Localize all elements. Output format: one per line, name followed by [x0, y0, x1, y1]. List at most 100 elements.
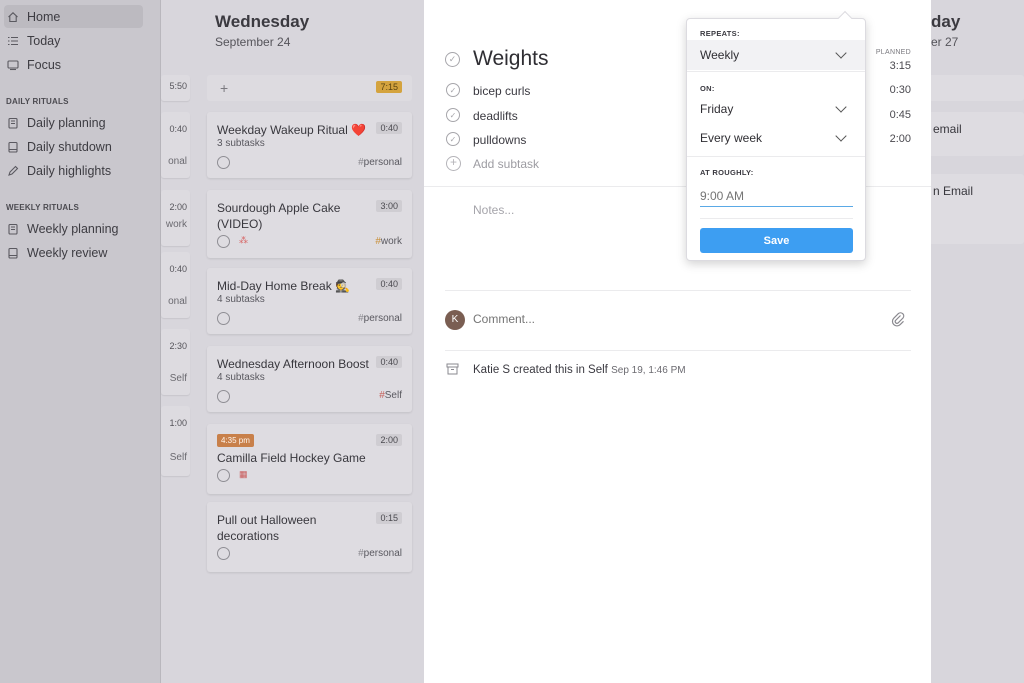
day-select[interactable]: Friday — [687, 94, 865, 124]
card-subtasks: 4 subtasks — [217, 294, 265, 305]
task-card[interactable]: 5:50 — [161, 75, 190, 101]
repeats-label: REPEATS: — [700, 29, 740, 38]
complete-checkbox[interactable] — [217, 156, 230, 169]
activity-entry: Katie S created this in Self Sep 19, 1:4… — [473, 364, 686, 376]
task-card[interactable]: 2:00 work — [161, 190, 190, 246]
card-subtasks: 3 subtasks — [217, 138, 265, 149]
sidebar-item-weekly-review[interactable]: Weekly review — [4, 241, 143, 264]
card-tag: onal — [168, 156, 187, 167]
sidebar-item-label: Focus — [27, 57, 62, 72]
complete-checkbox[interactable] — [217, 469, 230, 482]
card-time: 0:40 — [376, 356, 402, 368]
sidebar-item-label: Weekly review — [27, 245, 108, 260]
card-time: 0:40 — [169, 264, 187, 274]
wednesday-column: Wednesday September 24 + 7:15 Weekday Wa… — [207, 0, 413, 683]
complete-checkbox[interactable] — [217, 235, 230, 248]
planned-total[interactable]: 3:15 — [890, 60, 911, 72]
sidebar-item-label: Today — [27, 33, 61, 48]
time-input[interactable] — [700, 185, 853, 207]
divider — [445, 290, 911, 291]
complete-checkbox[interactable] — [217, 390, 230, 403]
task-card[interactable]: email — [931, 112, 1024, 156]
task-card[interactable]: n Email — [931, 174, 1024, 244]
sidebar-item-label: Home — [27, 9, 61, 24]
task-card[interactable]: 0:40 onal — [161, 252, 190, 318]
add-task-bar[interactable] — [931, 75, 1024, 101]
task-card[interactable]: Wednesday Afternoon Boost 0:40 4 subtask… — [207, 346, 412, 412]
scheduled-time-chip: 4:35 pm — [217, 434, 254, 447]
card-title: Sourdough Apple Cake (VIDEO) — [217, 201, 341, 231]
subtask-time[interactable]: 2:00 — [890, 133, 911, 145]
subtask-label[interactable]: deadlifts — [473, 109, 518, 123]
notebook-icon — [6, 140, 20, 154]
task-card[interactable]: Sourdough Apple Cake (VIDEO) 3:00 ⁂ #wor… — [207, 190, 412, 258]
card-tag: work — [165, 219, 187, 230]
subtask-checkbox[interactable]: ✓ — [446, 108, 460, 122]
card-title: Wednesday Afternoon Boost — [217, 357, 369, 371]
sidebar-item-weekly-planning[interactable]: Weekly planning — [4, 217, 143, 240]
planned-total-badge: 7:15 — [376, 81, 402, 93]
task-card[interactable]: Mid-Day Home Break 🕵️ 0:40 4 subtasks #p… — [207, 268, 412, 334]
task-card[interactable]: 2:30 Self — [161, 329, 190, 395]
task-card[interactable]: Weekday Wakeup Ritual ❤️ 0:40 3 subtasks… — [207, 112, 412, 178]
notes-field[interactable]: Notes... — [473, 203, 514, 217]
sidebar-item-today[interactable]: Today — [4, 29, 143, 52]
repeat-popup: REPEATS: Weekly ON: Friday Every week AT… — [686, 10, 866, 261]
card-title: Mid-Day Home Break 🕵️ — [217, 279, 350, 293]
sidebar-item-label: Daily planning — [27, 115, 106, 130]
comment-input[interactable] — [473, 312, 873, 326]
divider — [687, 156, 865, 157]
day-date: September 24 — [215, 35, 291, 49]
complete-checkbox[interactable]: ✓ — [445, 52, 460, 67]
activity-text: Katie S created this in Self — [473, 364, 608, 376]
card-tag: onal — [168, 296, 187, 307]
repeats-select[interactable]: Weekly — [687, 40, 865, 70]
frequency-select[interactable]: Every week — [687, 123, 865, 153]
subtask-time[interactable]: 0:45 — [890, 109, 911, 121]
task-card[interactable]: 0:40 onal — [161, 112, 190, 178]
chevron-down-icon — [835, 101, 847, 113]
add-task-bar[interactable]: + 7:15 — [207, 75, 412, 101]
card-title: Camilla Field Hockey Game — [217, 451, 366, 465]
card-tag: #personal — [358, 548, 402, 559]
task-card[interactable]: 1:00 Self — [161, 406, 190, 476]
focus-icon — [6, 58, 20, 72]
sidebar-item-daily-shutdown[interactable]: Daily shutdown — [4, 135, 143, 158]
previous-day-column: 5:50 0:40 onal 2:00 work 0:40 onal 2:30 … — [161, 0, 191, 683]
sidebar-item-daily-planning[interactable]: Daily planning — [4, 111, 143, 134]
complete-checkbox[interactable] — [217, 312, 230, 325]
add-subtask-icon[interactable]: + — [446, 156, 461, 171]
card-tag: #personal — [358, 313, 402, 324]
repeats-value: Weekly — [700, 48, 740, 62]
avatar: K — [445, 310, 465, 330]
calendar-icon: ▦ — [239, 469, 248, 479]
task-card[interactable]: 4:35 pm Camilla Field Hockey Game 2:00 ▦ — [207, 424, 412, 494]
divider — [687, 71, 865, 72]
add-subtask-button[interactable]: Add subtask — [473, 157, 539, 171]
subtask-label[interactable]: pulldowns — [473, 133, 526, 147]
card-tag: Self — [169, 452, 187, 463]
task-card[interactable]: Pull out Halloween decorations 0:15 #per… — [207, 502, 412, 572]
clipboard-icon — [6, 116, 20, 130]
day-value: Friday — [700, 102, 734, 116]
card-tag: #work — [375, 236, 402, 247]
card-subtasks: 4 subtasks — [217, 372, 265, 383]
subtask-checkbox[interactable]: ✓ — [446, 83, 460, 97]
task-title[interactable]: Weights — [473, 47, 548, 71]
sidebar-item-daily-highlights[interactable]: Daily highlights — [4, 159, 143, 182]
complete-checkbox[interactable] — [217, 547, 230, 560]
card-tag: #personal — [358, 157, 402, 168]
subtask-checkbox[interactable]: ✓ — [446, 132, 460, 146]
subtask-label[interactable]: bicep curls — [473, 84, 530, 98]
frequency-value: Every week — [700, 131, 763, 145]
sidebar-item-focus[interactable]: Focus — [4, 53, 143, 76]
planned-label: PLANNED — [875, 49, 911, 56]
daily-rituals-heading: DAILY RITUALS — [6, 97, 69, 106]
on-label: ON: — [700, 84, 715, 93]
cluster-icon: ⁂ — [239, 235, 248, 245]
save-button[interactable]: Save — [700, 228, 853, 253]
paperclip-icon[interactable] — [891, 311, 905, 327]
subtask-time[interactable]: 0:30 — [890, 84, 911, 96]
sidebar-item-home[interactable]: Home — [4, 5, 143, 28]
notebook-icon — [6, 246, 20, 260]
